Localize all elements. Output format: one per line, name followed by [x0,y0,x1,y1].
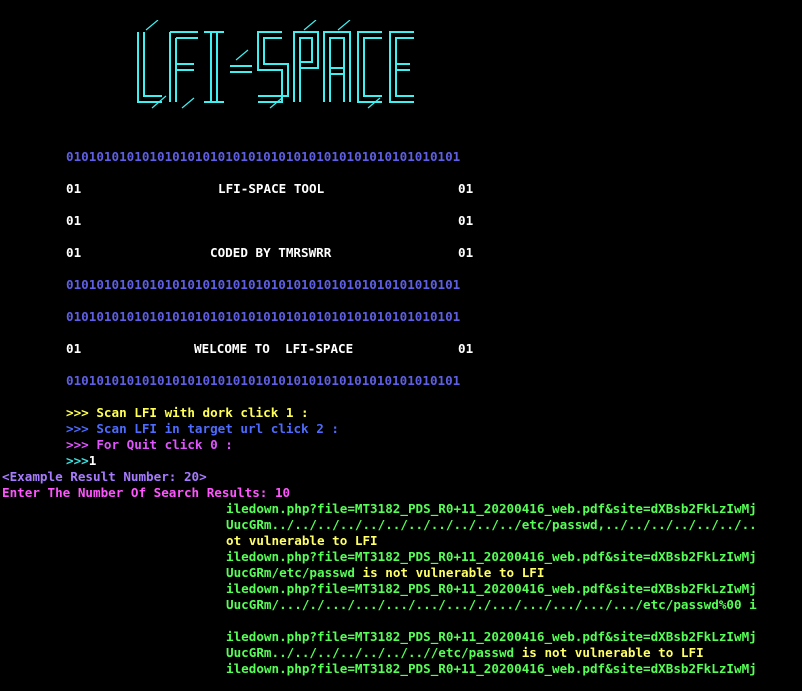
input-line[interactable]: >>>1 [66,453,96,469]
result-line: UucGRm../../../../../../..//etc/passwd i… [226,645,704,661]
result-text: iledown.php?file=MT3182_PDS_R0+11_202004… [226,549,757,564]
banner-edge-left-3: 01 [66,245,82,260]
binary-line-1: 0101010101010101010101010101010101010101… [66,149,461,164]
result-text: iledown.php?file=MT3182_PDS_R0+11_202004… [226,629,757,644]
input-prompt: >>> [66,453,89,468]
result-text: iledown.php?file=MT3182_PDS_R0+11_202004… [226,501,757,516]
menu-option-3-label: For Quit click 0 : [88,437,233,452]
result-text: UucGRm../../../../../../..//etc/passwd [226,645,515,660]
terminal-window[interactable]: 0101010101010101010101010101010101010101… [0,0,802,691]
result-text: ot vulnerable to LFI [226,533,378,548]
binary-line-4: 0101010101010101010101010101010101010101… [66,373,461,388]
result-text: iledown.php?file=MT3182_PDS_R0+11_202004… [226,661,757,676]
result-line: iledown.php?file=MT3182_PDS_R0+11_202004… [226,501,757,517]
lfi-space-logo [137,20,414,109]
example-result-number: <Example Result Number: 20> [2,469,207,484]
result-line: ot vulnerable to LFI [226,533,378,549]
result-line: iledown.php?file=MT3182_PDS_R0+11_202004… [226,549,757,565]
menu-prompt: >>> [66,405,89,420]
menu-option-1: >>> Scan LFI with dork click 1 : [66,405,309,421]
result-text: UucGRm../../../../../../../../../../../e… [226,517,757,532]
input-value[interactable]: 1 [89,453,97,468]
result-text: UucGRm/etc/passwd [226,565,355,580]
tool-name: LFI-SPACE TOOL [218,181,325,196]
menu-option-2-label: Scan LFI in target url click 2 : [88,421,339,436]
menu-option-1-label: Scan LFI with dork click 1 : [88,405,309,420]
result-line: UucGRm../../../../../../../../../../../e… [226,517,757,533]
banner-edge-left-2: 01 [66,213,82,228]
result-line: UucGRm/..././.../.../.../.../..././.../.… [226,597,757,613]
banner-edge-right-1: 01 [458,181,474,196]
banner-edge-right-3: 01 [458,245,474,260]
binary-line-2: 0101010101010101010101010101010101010101… [66,277,461,292]
result-line: iledown.php?file=MT3182_PDS_R0+11_202004… [226,629,757,645]
result-line: UucGRm/etc/passwd is not vulnerable to L… [226,565,544,581]
banner-edge-left-4: 01 [66,341,82,356]
menu-option-3: >>> For Quit click 0 : [66,437,233,453]
banner-edge-left-1: 01 [66,181,82,196]
result-status: is not vulnerable to LFI [514,645,704,660]
result-status: is not vulnerable to LFI [354,565,545,580]
menu-option-2: >>> Scan LFI in target url click 2 : [66,421,339,437]
menu-prompt: >>> [66,437,89,452]
result-text: UucGRm/..././.../.../.../.../..././.../.… [226,597,757,612]
banner-edge-right-4: 01 [458,341,474,356]
menu-prompt: >>> [66,421,89,436]
coded-by: CODED BY TMRSWRR [210,245,332,260]
result-text: iledown.php?file=MT3182_PDS_R0+11_202004… [226,581,757,596]
banner-edge-right-2: 01 [458,213,474,228]
search-results-prompt: Enter The Number Of Search Results: 10 [2,485,291,500]
binary-line-3: 0101010101010101010101010101010101010101… [66,309,461,324]
result-line: iledown.php?file=MT3182_PDS_R0+11_202004… [226,581,757,597]
welcome-text: WELCOME TO LFI-SPACE [194,341,354,356]
result-line: iledown.php?file=MT3182_PDS_R0+11_202004… [226,661,757,677]
